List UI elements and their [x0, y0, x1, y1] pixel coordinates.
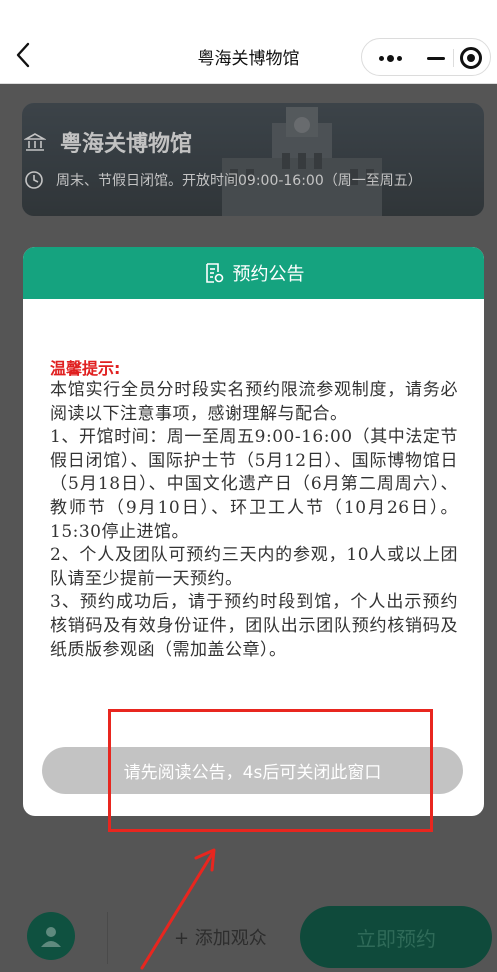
- notice-paragraph: 3、预约成功后，请于预约时段到馆，个人出示预约核销码及有效身份证件，团队出示团队…: [50, 592, 458, 660]
- banner-museum-name: 粤海关博物馆: [60, 132, 193, 157]
- notice-paragraph: 1、开馆时间：周一至周五9:00-16:00（其中法定节假日闭馆）、国际护士节（…: [50, 427, 458, 542]
- modal-header: 预约公告: [23, 247, 484, 299]
- modal-title: 预约公告: [232, 264, 305, 285]
- exit-button[interactable]: [454, 39, 488, 77]
- minimize-button[interactable]: [418, 39, 454, 77]
- notice-paragraph: 本馆实行全员分时段实名预约限流参观制度，请务必阅读以下注意事项，感谢理解与配合。: [50, 380, 458, 424]
- clock-icon: [25, 171, 43, 189]
- banner-hours-row: 周末、节假日闭馆。开放时间09:00-16:00（周一至周五）: [24, 170, 460, 190]
- banner-hours-text: 周末、节假日闭馆。开放时间09:00-16:00（周一至周五）: [56, 173, 422, 189]
- notice-paragraph: 2、个人及团队可预约三天内的参观，10人或以上团队请至少提前一天预约。: [50, 545, 458, 589]
- banner-overlay: [22, 103, 484, 216]
- museum-icon: [24, 133, 46, 151]
- exit-circle-icon: [460, 47, 482, 69]
- reserve-now-button[interactable]: 立即预约: [300, 906, 492, 968]
- warm-tip-label: 温馨提示:: [50, 359, 121, 378]
- more-button[interactable]: [368, 39, 412, 77]
- notice-body[interactable]: 本馆实行全员分时段实名预约限流参观制度，请务必阅读以下注意事项，感谢理解与配合。…: [50, 379, 458, 731]
- museum-banner: [22, 103, 484, 216]
- announcement-modal: 预约公告 温馨提示: 本馆实行全员分时段实名预约限流参观制度，请务必阅读以下注意…: [23, 247, 484, 816]
- minimize-icon: [427, 56, 445, 60]
- banner-name-row: 粤海关博物馆: [24, 126, 192, 158]
- bottom-divider: [107, 912, 108, 964]
- visitor-avatar[interactable]: [27, 912, 75, 960]
- nav-bar: 粤海关博物馆: [0, 0, 497, 84]
- person-icon: [41, 927, 61, 947]
- more-dots-icon: [378, 54, 402, 62]
- document-edit-icon: [205, 263, 223, 283]
- add-visitor-button[interactable]: + 添加观众: [174, 924, 267, 950]
- mini-program-capsule: [361, 38, 491, 76]
- annotation-arrow-icon: [140, 848, 216, 970]
- close-modal-button[interactable]: 请先阅读公告，4s后可关闭此窗口: [42, 747, 463, 794]
